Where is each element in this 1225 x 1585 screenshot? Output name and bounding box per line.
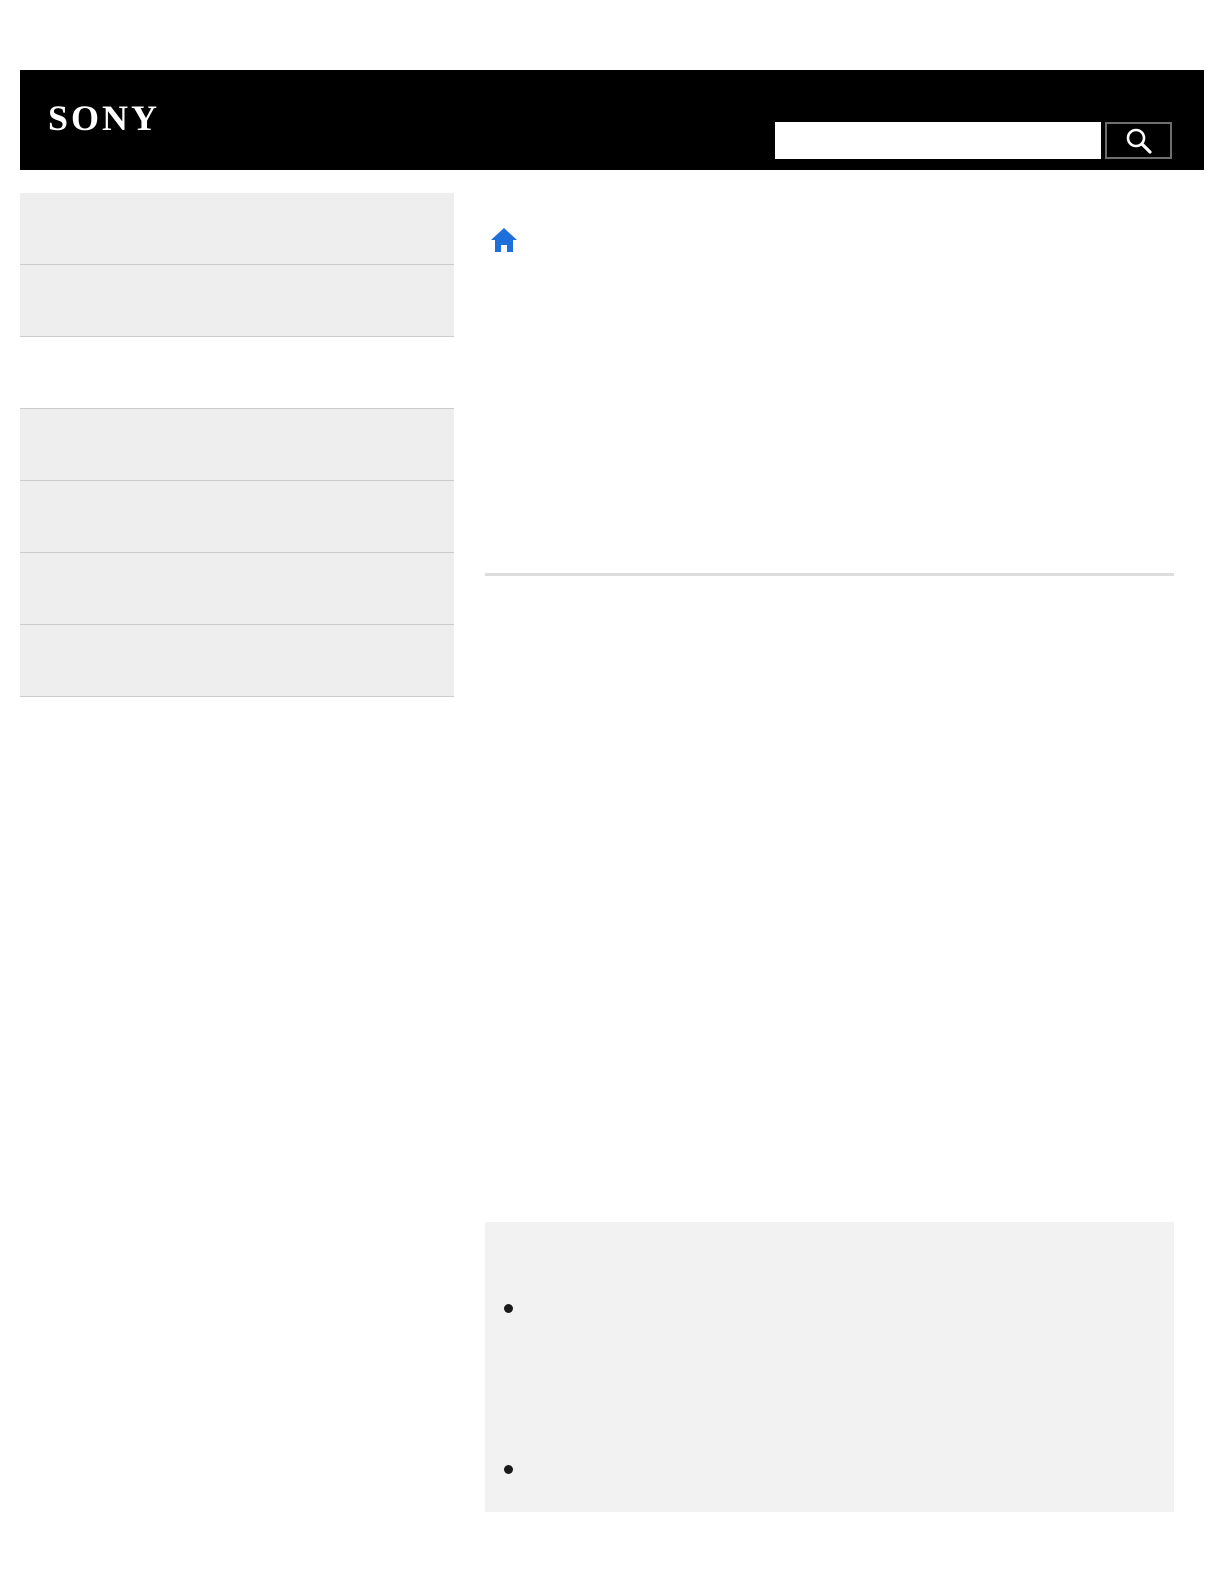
site-header: SONY: [20, 70, 1204, 170]
note-box: [485, 1222, 1174, 1512]
home-link[interactable]: [489, 226, 519, 254]
sidebar-item-1[interactable]: [20, 193, 454, 265]
search-input[interactable]: [775, 122, 1101, 159]
content-divider: [485, 573, 1174, 576]
sidebar-item-3[interactable]: [20, 409, 454, 481]
sony-logo[interactable]: SONY: [48, 100, 160, 136]
sidebar-nav: [20, 193, 454, 697]
magnifier-icon: [1126, 128, 1152, 154]
bullet-icon: [504, 1465, 513, 1474]
home-icon: [491, 228, 517, 252]
sidebar-item-5[interactable]: [20, 553, 454, 625]
sidebar-item-4[interactable]: [20, 481, 454, 553]
sidebar-item-6[interactable]: [20, 625, 454, 697]
sidebar-spacer: [20, 337, 454, 409]
search-button[interactable]: [1105, 122, 1172, 159]
bullet-icon: [504, 1304, 513, 1313]
sidebar-item-2[interactable]: [20, 265, 454, 337]
